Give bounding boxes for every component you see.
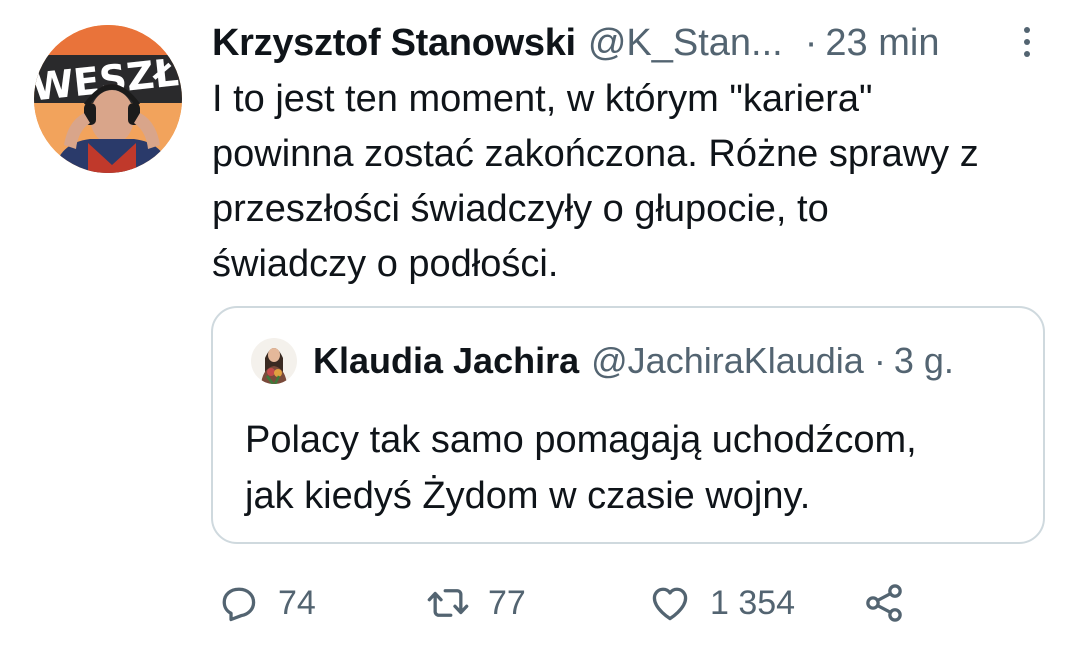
reply-icon [222,587,256,622]
quoted-header-separator: · [873,340,886,381]
retweet-count: 77 [488,583,526,622]
tweet-text-line: świadczy o podłości. [212,243,559,285]
tweet-timestamp[interactable]: 23 min [825,22,939,65]
author-display-name[interactable]: Krzysztof Stanowski [212,22,576,65]
retweet-button[interactable]: 77 [426,578,526,628]
tweet-header: Krzysztof Stanowski @K_Stan... · 23 min [212,18,1042,68]
heart-icon [652,587,688,621]
quoted-author-avatar [251,338,297,384]
quoted-author-display-name[interactable]: Klaudia Jachira [313,340,579,382]
share-icon [866,584,902,622]
reply-count: 74 [278,583,316,622]
quoted-tweet-text-line: jak kiedyś Żydom w czasie wojny. [245,475,811,517]
quoted-tweet-text: Polacy tak samo pomagają uchodźcom, jak … [245,412,917,524]
quoted-tweet-text-line: Polacy tak samo pomagają uchodźcom, [245,419,917,461]
quoted-tweet-timestamp[interactable]: 3 g. [894,340,954,382]
reply-button[interactable]: 74 [216,578,316,628]
retweet-icon [427,589,469,617]
quoted-tweet-card[interactable]: Klaudia Jachira @JachiraKlaudia · 3 g. P… [211,306,1045,544]
tweet-text-line: przeszłości świadczyły o głupocie, to [212,188,829,230]
share-button[interactable] [862,578,906,628]
tweet: WESZŁO Krzysztof Stanowski @K_Stan... · … [0,0,1080,646]
like-count: 1 354 [710,583,796,622]
more-icon[interactable] [1012,22,1042,62]
tweet-text: I to jest ten moment, w którym "kariera"… [212,72,1062,292]
tweet-text-line: I to jest ten moment, w którym "kariera" [212,78,873,120]
quoted-tweet-header: Klaudia Jachira @JachiraKlaudia · 3 g. [251,338,954,384]
author-avatar[interactable]: WESZŁO [34,25,182,173]
like-button[interactable]: 1 354 [648,578,795,628]
quoted-author-handle[interactable]: @JachiraKlaudia [591,340,864,382]
author-handle[interactable]: @K_Stan... [588,22,783,65]
header-separator: · [804,21,818,64]
tweet-actions: 74 77 1 354 [212,578,932,628]
tweet-text-line: powinna zostać zakończona. Różne sprawy … [212,133,979,175]
